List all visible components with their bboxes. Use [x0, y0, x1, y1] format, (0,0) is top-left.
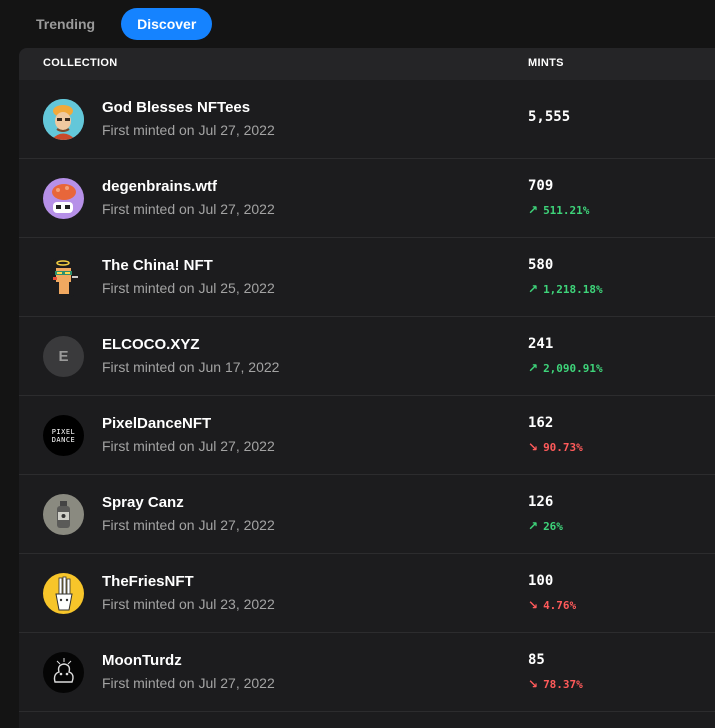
mints-count: 126 [528, 494, 554, 510]
arrow-down-right-icon: ↘ [528, 677, 539, 691]
china-nft-avatar-icon [43, 257, 84, 298]
collections-table: COLLECTION MINTS God Blesses NFTees Firs… [19, 48, 715, 728]
mints-change-value: 1,218.18% [543, 282, 603, 296]
mints-change-value: 4.76% [543, 598, 577, 612]
arrow-up-right-icon: ↗ [528, 519, 539, 533]
mints-change-value: 2,090.91% [543, 361, 603, 375]
moonturdz-avatar-icon [43, 652, 84, 693]
mints-count: 100 [528, 573, 554, 589]
table-body: God Blesses NFTees First minted on Jul 2… [19, 80, 715, 712]
arrow-down-right-icon: ↘ [528, 440, 539, 454]
arrow-up-right-icon: ↗ [528, 282, 539, 296]
pixeldance-logo-line1: PIXEL [51, 427, 76, 436]
mints-change: ↘ 4.76% [528, 598, 576, 612]
mints-change: ↗ 26% [528, 519, 563, 533]
first-minted-date: First minted on Jul 27, 2022 [102, 201, 275, 217]
collection-name[interactable]: MoonTurdz [102, 652, 182, 669]
table-row[interactable]: Spray Canz First minted on Jul 27, 2022 … [19, 475, 715, 554]
mints-count: 162 [528, 415, 554, 431]
first-minted-date: First minted on Jul 25, 2022 [102, 280, 275, 296]
tab-discover[interactable]: Discover [121, 8, 213, 40]
table-row[interactable]: degenbrains.wtf First minted on Jul 27, … [19, 159, 715, 238]
tab-bar: Trending Discover [22, 8, 213, 40]
arrow-down-right-icon: ↘ [528, 598, 539, 612]
pixeldance-avatar-icon: PIXEL DANCE [43, 415, 84, 456]
letter-e-avatar-icon: E [43, 336, 84, 377]
fries-avatar-icon [43, 573, 84, 614]
first-minted-date: First minted on Jul 27, 2022 [102, 438, 275, 454]
mints-count: 5,555 [528, 109, 571, 125]
first-minted-date: First minted on Jul 23, 2022 [102, 596, 275, 612]
collection-name[interactable]: Spray Canz [102, 494, 184, 511]
table-row[interactable]: E ELCOCO.XYZ First minted on Jun 17, 202… [19, 317, 715, 396]
table-row[interactable]: The China! NFT First minted on Jul 25, 2… [19, 238, 715, 317]
mints-count: 85 [528, 652, 545, 668]
mints-change-value: 511.21% [543, 203, 590, 217]
spray-can-avatar-icon [43, 494, 84, 535]
god-blesses-avatar-icon [43, 99, 84, 140]
column-header-mints[interactable]: MINTS [528, 57, 564, 69]
arrow-up-right-icon: ↗ [528, 203, 539, 217]
collection-name[interactable]: God Blesses NFTees [102, 99, 250, 116]
first-minted-date: First minted on Jul 27, 2022 [102, 675, 275, 691]
table-row[interactable]: God Blesses NFTees First minted on Jul 2… [19, 80, 715, 159]
pixeldance-logo-line2: DANCE [51, 435, 76, 444]
degenbrains-avatar-icon [43, 178, 84, 219]
tab-trending[interactable]: Trending [22, 8, 109, 40]
mints-change: ↘ 90.73% [528, 440, 583, 454]
column-header-collection[interactable]: COLLECTION [43, 57, 118, 69]
mints-change: ↗ 1,218.18% [528, 282, 603, 296]
collection-name[interactable]: TheFriesNFT [102, 573, 194, 590]
mints-count: 709 [528, 178, 554, 194]
first-minted-date: First minted on Jul 27, 2022 [102, 517, 275, 533]
mints-count: 241 [528, 336, 554, 352]
mints-change: ↘ 78.37% [528, 677, 583, 691]
table-row[interactable]: MoonTurdz First minted on Jul 27, 2022 8… [19, 633, 715, 712]
mints-change-value: 78.37% [543, 677, 583, 691]
arrow-up-right-icon: ↗ [528, 361, 539, 375]
avatar-initial: E [58, 348, 69, 365]
table-row[interactable]: PIXEL DANCE PixelDanceNFT First minted o… [19, 396, 715, 475]
table-header: COLLECTION MINTS [19, 48, 715, 80]
first-minted-date: First minted on Jul 27, 2022 [102, 122, 275, 138]
first-minted-date: First minted on Jun 17, 2022 [102, 359, 280, 375]
mints-change: ↗ 511.21% [528, 203, 589, 217]
collection-name[interactable]: The China! NFT [102, 257, 213, 274]
collection-name[interactable]: ELCOCO.XYZ [102, 336, 200, 353]
mints-change: ↗ 2,090.91% [528, 361, 603, 375]
mints-change-value: 90.73% [543, 440, 583, 454]
collection-name[interactable]: degenbrains.wtf [102, 178, 217, 195]
mints-change-value: 26% [543, 519, 563, 533]
table-row[interactable]: TheFriesNFT First minted on Jul 23, 2022… [19, 554, 715, 633]
collection-name[interactable]: PixelDanceNFT [102, 415, 211, 432]
mints-count: 580 [528, 257, 554, 273]
